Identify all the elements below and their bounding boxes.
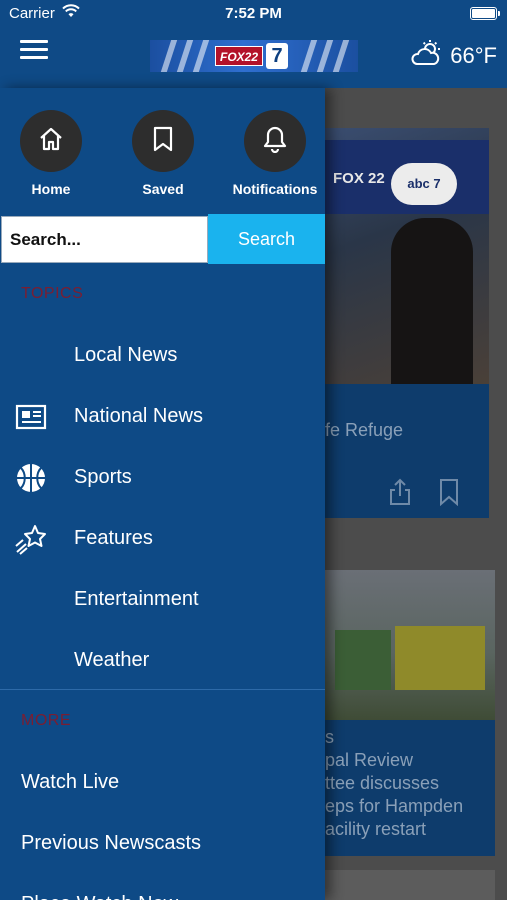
- bookmark-icon: [152, 125, 174, 158]
- saved-button[interactable]: Saved: [108, 110, 218, 197]
- topic-sports[interactable]: Sports: [0, 447, 325, 508]
- topic-label: Local News: [74, 344, 178, 366]
- weather-widget[interactable]: 66°F: [410, 40, 497, 72]
- status-time: 7:52 PM: [225, 5, 282, 22]
- quick-actions: Home Saved Notifications: [0, 88, 325, 214]
- search-button[interactable]: Search: [208, 214, 325, 264]
- topic-features[interactable]: Features: [0, 508, 325, 569]
- article-card[interactable]: FOX 22 abc 7 fe Refuge: [325, 128, 489, 518]
- article-card[interactable]: [325, 870, 495, 900]
- battery-icon: [470, 7, 500, 20]
- share-icon[interactable]: [389, 478, 411, 511]
- topic-label: Entertainment: [74, 588, 199, 610]
- article-headline: s pal Review ttee discusses eps for Hamp…: [325, 727, 464, 839]
- more-place-watch-now[interactable]: Place Watch Now: [21, 874, 321, 900]
- notifications-button[interactable]: Notifications: [220, 110, 325, 197]
- article-card[interactable]: s pal Review ttee discusses eps for Hamp…: [325, 570, 495, 856]
- home-button[interactable]: Home: [0, 110, 106, 197]
- topic-entertainment[interactable]: Entertainment: [0, 569, 325, 630]
- basketball-icon: [14, 461, 48, 495]
- abc7-logo-text: 7: [266, 43, 288, 69]
- article-image-abc-text: abc 7: [391, 163, 457, 205]
- more-watch-live[interactable]: Watch Live: [21, 752, 321, 813]
- article-image: FOX 22 abc 7: [325, 128, 489, 384]
- menu-icon[interactable]: [20, 40, 48, 62]
- app-header: Carrier 7:52 PM FOX22 7 66°F: [0, 0, 507, 88]
- search-input[interactable]: [1, 216, 208, 263]
- newspaper-icon: [14, 400, 48, 434]
- fox22-logo-text: FOX22: [215, 46, 264, 66]
- topic-label: Weather: [74, 649, 150, 671]
- topics-section-title: TOPICS: [21, 285, 84, 302]
- article-image-fox-text: FOX 22: [333, 170, 385, 187]
- saved-label: Saved: [142, 181, 184, 197]
- topic-label: National News: [74, 405, 203, 427]
- search-bar: Search: [0, 214, 325, 264]
- home-icon: [38, 126, 64, 157]
- more-previous-newscasts[interactable]: Previous Newscasts: [21, 813, 321, 874]
- bell-icon: [262, 125, 288, 158]
- status-bar: Carrier 7:52 PM: [0, 0, 507, 28]
- article-headline: fe Refuge: [325, 420, 404, 440]
- topic-local-news[interactable]: Local News: [0, 325, 325, 386]
- topic-label: Features: [74, 527, 153, 549]
- home-label: Home: [31, 181, 71, 197]
- station-logo[interactable]: FOX22 7: [150, 40, 358, 72]
- navigation-drawer: Home Saved Notifications Search TOPICS L…: [0, 88, 325, 900]
- topic-label: Sports: [74, 466, 132, 488]
- section-divider: [0, 689, 325, 690]
- temperature-label: 66°F: [450, 43, 497, 68]
- notifications-label: Notifications: [232, 181, 318, 197]
- article-image: [325, 570, 495, 720]
- shooting-star-icon: [14, 522, 48, 556]
- bookmark-icon[interactable]: [439, 478, 459, 511]
- topic-national-news[interactable]: National News: [0, 386, 325, 447]
- partly-cloudy-icon: [410, 39, 444, 73]
- topic-weather[interactable]: Weather: [0, 630, 325, 691]
- more-section-title: MORE: [21, 712, 71, 729]
